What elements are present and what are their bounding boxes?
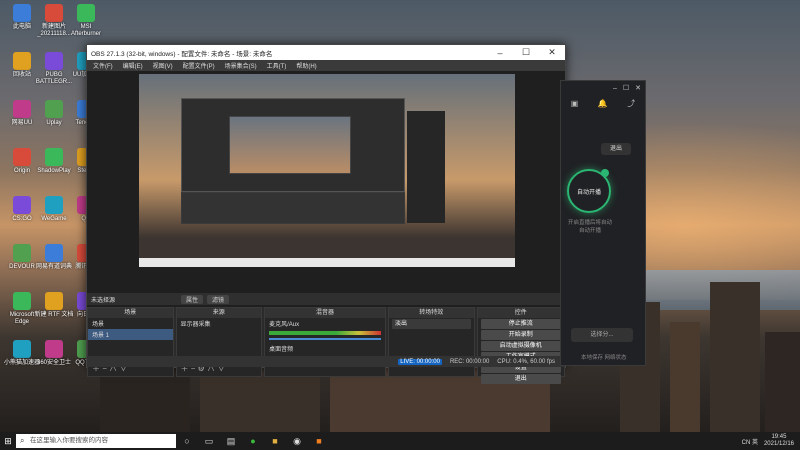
rec-timer: REC: 00:00:00 (449, 358, 490, 365)
menu-help[interactable]: 帮助(H) (296, 61, 316, 70)
app-icon[interactable]: ■ (308, 436, 330, 446)
obs-title-text: OBS 27.1.3 (32-bit, windows) - 配置文件: 未命名… (91, 50, 273, 58)
chrome-icon[interactable]: ● (242, 436, 264, 446)
taskview-icon[interactable]: ▭ (198, 436, 220, 447)
virtual-camera-button[interactable]: 启动虚拟摄像机 (480, 341, 562, 351)
nested-taskbar (139, 258, 515, 267)
app2-exit-button[interactable]: 退出 (601, 143, 631, 155)
live-assistant-window[interactable]: – ☐ ✕ ▣ 🔔 ⤴ 退出 自动开播 开启直播后将自动 自动开播 选择分...… (560, 80, 646, 366)
obs-window[interactable]: OBS 27.1.3 (32-bit, windows) - 配置文件: 未命名… (86, 44, 566, 384)
transition-select[interactable]: 淡出 (391, 319, 471, 329)
close-icon[interactable]: ✕ (635, 84, 641, 92)
nested-app-window (407, 111, 445, 223)
app-icon (13, 340, 31, 358)
exit-button[interactable]: 退出 (480, 374, 562, 384)
tray-text[interactable]: CN 英 (742, 437, 758, 446)
taskbar-clock[interactable]: 19:45 2021/12/16 (764, 434, 794, 448)
menu-edit[interactable]: 编辑(E) (123, 61, 143, 70)
menu-file[interactable]: 文件(F) (93, 61, 113, 70)
share-icon[interactable]: ⤴ (627, 98, 635, 109)
audio-meter (269, 331, 381, 335)
app-icon (45, 52, 63, 70)
desktop-icon-label: MSI Afterburner (70, 24, 101, 37)
app-icon (13, 244, 31, 262)
app2-title-bar: – ☐ ✕ (561, 81, 645, 95)
properties-button[interactable]: 属性 (181, 294, 204, 304)
app-icon (45, 340, 63, 358)
windows-start-icon[interactable]: ⊞ (0, 436, 16, 447)
app-icon (45, 148, 63, 166)
mixer-channel-name: 桌面音频 (269, 347, 294, 353)
preview-capture (139, 74, 515, 267)
source-item[interactable]: 显示器采集 (177, 318, 262, 329)
status-dot-icon (601, 169, 609, 177)
app-icon (13, 4, 31, 22)
taskbar-search-input[interactable]: 在这里输入你要搜索的内容 (16, 434, 176, 448)
obs-status-bar: LIVE: 00:00:00 REC: 00:00:00 CPU: 0.4%, … (87, 356, 565, 367)
app-icon (13, 148, 31, 166)
wallpaper-building (200, 372, 320, 432)
app-icon (45, 292, 63, 310)
controls-dock-title: 控件 (477, 308, 565, 318)
maximize-icon[interactable]: ☐ (623, 84, 629, 92)
task-view-icon[interactable]: ○ (176, 436, 198, 446)
taskbar: ⊞ 在这里输入你要搜索的内容 ○ ▭ ▤ ● ■ ◉ ■ CN 英 19:45 … (0, 432, 800, 450)
scenes-dock-title: 场景 (88, 308, 173, 318)
camera-icon[interactable]: ▣ (571, 99, 579, 108)
menu-profile[interactable]: 配置文件(P) (183, 61, 215, 70)
obs-preview[interactable]: 未选择源 属性 滤镜 场景 场景 场景 1 ＋ − ∧ ∨ 来源 显示器采集 ＋… (87, 71, 566, 384)
cpu-fps-status: CPU: 0.4%, 60.00 fps (497, 358, 555, 365)
no-source-label: 未选择源 (91, 297, 116, 304)
obs-title-bar[interactable]: OBS 27.1.3 (32-bit, windows) - 配置文件: 未命名… (87, 45, 565, 60)
app2-footer: 本地保存 网络状态 (581, 355, 627, 361)
scene-item[interactable]: 场景 1 (88, 329, 173, 340)
wallpaper-building (710, 282, 760, 432)
stop-streaming-button[interactable]: 停止推流 (480, 319, 562, 329)
app-icon (13, 292, 31, 310)
start-recording-button[interactable]: 开始录制 (480, 330, 562, 340)
obs-menu-bar: 文件(F) 编辑(E) 视图(V) 配置文件(P) 场景集合(S) 工具(T) … (87, 60, 565, 71)
obs-taskbar-icon[interactable]: ◉ (286, 436, 308, 447)
auto-live-hint: 开启直播后将自动 自动开播 (567, 220, 612, 234)
mixer-channel-name: 麦克风/Aux (269, 322, 300, 328)
nested-docks (181, 192, 405, 224)
clock-date: 2021/12/16 (763, 441, 794, 447)
scene-item[interactable]: 场景 (88, 318, 173, 329)
system-tray: CN 英 19:45 2021/12/16 (742, 434, 800, 448)
nested-preview (229, 116, 351, 174)
bell-icon[interactable]: 🔔 (598, 99, 608, 108)
wallpaper-building (670, 322, 700, 432)
menu-view[interactable]: 视图(V) (153, 61, 173, 70)
app-icon (13, 196, 31, 214)
app2-toolbar: ▣ 🔔 ⤴ (561, 95, 645, 111)
sources-dock-title: 来源 (176, 308, 262, 318)
menu-scene-collection[interactable]: 场景集合(S) (225, 61, 257, 70)
app-icon[interactable]: ■ (264, 436, 286, 446)
filters-button[interactable]: 滤镜 (207, 294, 230, 304)
close-icon[interactable]: ✕ (539, 47, 565, 58)
mixer-dock-title: 混音器 (265, 308, 385, 318)
select-button[interactable]: 选择分... (571, 328, 633, 342)
wallpaper-building (765, 332, 800, 432)
maximize-icon[interactable]: ☐ (513, 47, 539, 58)
app-icon (45, 100, 63, 118)
minimize-icon[interactable]: – (613, 85, 617, 92)
app-icon (13, 100, 31, 118)
menu-tools[interactable]: 工具(T) (267, 61, 287, 70)
clock-time: 19:45 (771, 434, 787, 440)
file-explorer-icon[interactable]: ▤ (220, 436, 242, 447)
desktop-icon[interactable]: MSI Afterburner (66, 4, 106, 38)
app-icon (77, 4, 95, 22)
source-toolbar: 未选择源 属性 滤镜 (87, 293, 565, 305)
transitions-dock-title: 转场特效 (388, 308, 474, 318)
live-timer: LIVE: 00:00:00 (398, 358, 442, 365)
volume-slider[interactable] (269, 338, 381, 340)
app-icon (45, 4, 63, 22)
app-icon (45, 196, 63, 214)
app-icon (45, 244, 63, 262)
minimize-icon[interactable]: – (487, 48, 513, 58)
app-icon (13, 52, 31, 70)
